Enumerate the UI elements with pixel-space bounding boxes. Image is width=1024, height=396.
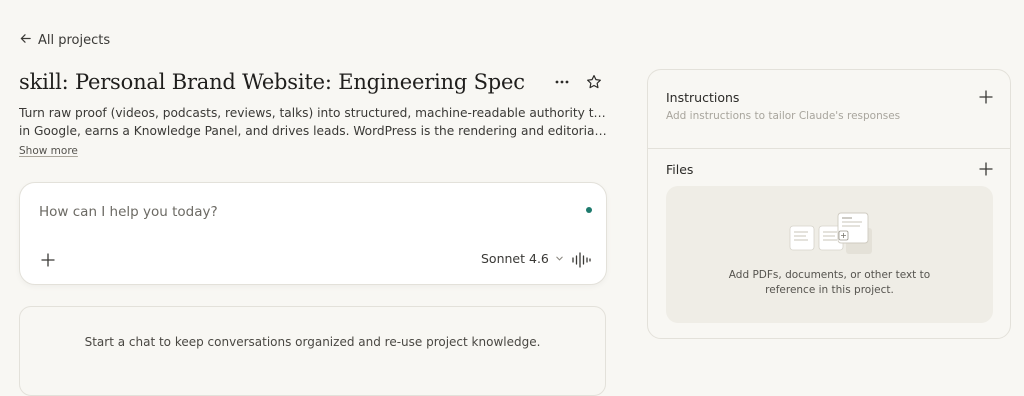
empty-chats-message: Start a chat to keep conversations organ… xyxy=(84,335,541,349)
chevron-down-icon xyxy=(556,256,563,261)
section-divider xyxy=(648,148,1010,149)
plus-icon xyxy=(979,90,993,104)
show-more-link[interactable]: Show more xyxy=(19,145,78,157)
project-title: skill: Personal Brand Website: Engineeri… xyxy=(19,70,525,94)
add-attachment-button[interactable] xyxy=(39,251,57,269)
model-label: Sonnet 4.6 xyxy=(481,251,549,266)
star-icon xyxy=(587,75,601,89)
project-description: Turn raw proof (videos, podcasts, review… xyxy=(19,104,607,140)
back-to-all-projects-link[interactable]: All projects xyxy=(19,32,110,49)
instructions-subtitle: Add instructions to tailor Claude's resp… xyxy=(666,110,901,122)
files-empty-message: Add PDFs, documents, or other text to re… xyxy=(666,268,993,298)
model-selector[interactable]: Sonnet 4.6 xyxy=(481,251,564,266)
voice-waveform-icon xyxy=(572,252,591,268)
chat-input[interactable] xyxy=(37,200,561,224)
documents-illustration xyxy=(789,212,872,254)
empty-chats-panel: Start a chat to keep conversations organ… xyxy=(19,306,606,396)
files-empty-line: Add PDFs, documents, or other text to xyxy=(728,269,931,281)
plus-icon xyxy=(979,162,993,176)
project-knowledge-panel: Instructions Add instructions to tailor … xyxy=(647,69,1011,339)
files-title: Files xyxy=(666,162,694,177)
plus-icon xyxy=(41,253,55,267)
arrow-left-icon xyxy=(19,32,32,49)
instructions-title: Instructions xyxy=(666,90,740,105)
add-files-button[interactable] xyxy=(978,161,994,177)
status-dot xyxy=(586,207,592,213)
back-link-label: All projects xyxy=(38,33,111,48)
voice-mode-button[interactable] xyxy=(571,251,591,269)
more-options-button[interactable] xyxy=(553,73,571,91)
more-horizontal-icon xyxy=(555,80,569,84)
title-actions xyxy=(553,73,603,91)
add-instructions-button[interactable] xyxy=(978,89,994,105)
description-line: in Google, earns a Knowledge Panel, and … xyxy=(19,124,607,138)
files-empty-line: reference in this project. xyxy=(765,284,894,296)
chat-composer: Sonnet 4.6 xyxy=(19,182,607,285)
files-dropzone[interactable]: Add PDFs, documents, or other text to re… xyxy=(666,186,993,323)
star-button[interactable] xyxy=(585,73,603,91)
description-line: Turn raw proof (videos, podcasts, review… xyxy=(19,106,607,120)
